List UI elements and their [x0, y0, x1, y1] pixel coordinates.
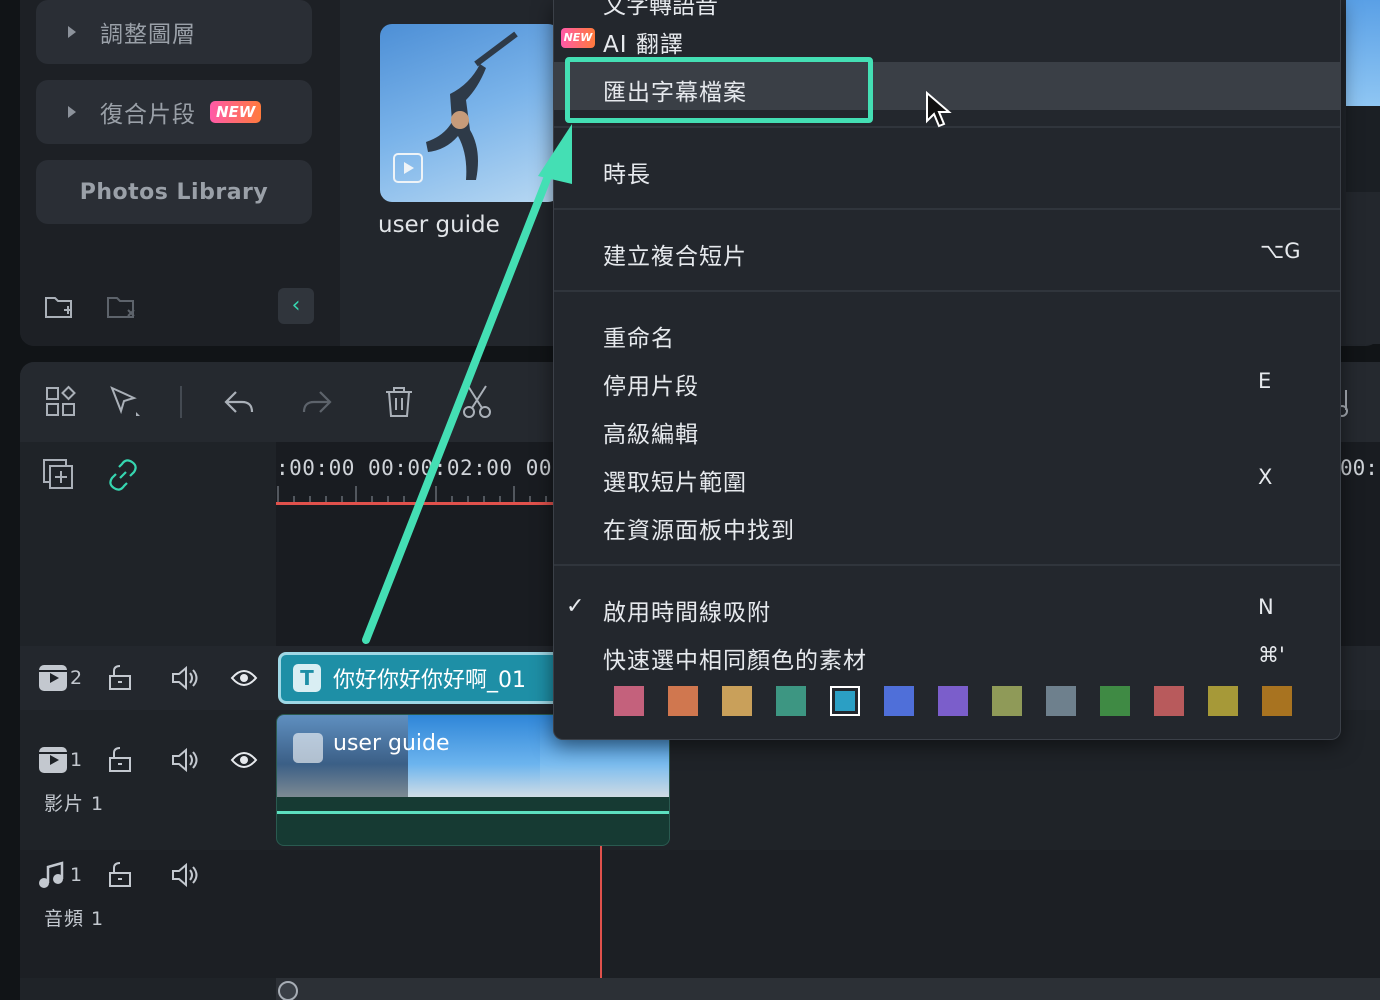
menu-item-ai-translate[interactable]: AI 翻譯 [603, 25, 684, 59]
menu-item-select-clip-range[interactable]: 選取短片範圍 [603, 463, 747, 497]
menu-separator [554, 290, 1340, 292]
new-badge: NEW [210, 101, 262, 123]
link-icon[interactable] [106, 458, 140, 492]
color-swatch[interactable] [1154, 686, 1184, 716]
menu-item-disable-clip[interactable]: 停用片段 [603, 367, 699, 401]
track-number: 1 [70, 749, 83, 771]
add-track-icon[interactable] [42, 458, 76, 492]
track-name: 影片 1 [44, 793, 105, 815]
sidebar-item-adjustment-layer[interactable]: 調整圖層 [36, 0, 312, 64]
unlock-icon[interactable] [108, 862, 132, 888]
menu-item-text-to-speech[interactable]: 文字轉語音 [603, 0, 718, 20]
sidebar-item-label: 復合片段 [100, 102, 196, 128]
redo-icon[interactable] [300, 384, 334, 420]
menu-item-enable-snapping[interactable]: 啟用時間線吸附 [603, 593, 771, 627]
layout-grid-icon[interactable] [44, 384, 78, 420]
shortcut-label: N [1258, 595, 1274, 619]
color-swatch[interactable] [614, 686, 644, 716]
highlight-annotation-box [565, 57, 873, 123]
shortcut-label: E [1258, 369, 1272, 393]
color-swatch[interactable] [938, 686, 968, 716]
music-note-icon [39, 861, 64, 888]
audio-note-icon[interactable] [1336, 384, 1370, 420]
menu-separator [554, 208, 1340, 210]
menu-item-rename[interactable]: 重命名 [603, 319, 675, 353]
color-swatch[interactable] [1262, 686, 1292, 716]
sidebar-item-photos-library[interactable]: Photos Library [36, 160, 312, 224]
menu-separator [554, 564, 1340, 566]
unlock-icon[interactable] [108, 747, 132, 773]
color-swatch[interactable] [722, 686, 752, 716]
shortcut-label: ⌥G [1260, 239, 1301, 263]
teal-arrow-icon [362, 124, 572, 644]
unlock-icon[interactable] [108, 665, 132, 691]
video-clip-icon [293, 733, 323, 763]
mouse-cursor-icon [926, 90, 952, 128]
undo-icon[interactable] [222, 384, 256, 420]
expand-arrow-icon[interactable] [68, 106, 76, 118]
color-swatch[interactable] [1100, 686, 1130, 716]
timeline-horizontal-scrollbar[interactable] [276, 978, 1380, 1000]
volume-icon[interactable] [170, 746, 200, 774]
delete-folder-icon[interactable] [106, 292, 138, 322]
video-clip-label: user guide [333, 731, 450, 756]
visibility-eye-icon[interactable] [230, 666, 258, 690]
color-swatch[interactable] [1208, 686, 1238, 716]
track-number: 1 [70, 864, 83, 886]
preview-edge [1346, 0, 1380, 344]
sidebar-item-label: Photos Library [79, 179, 269, 205]
toolbar-divider [180, 386, 182, 418]
volume-icon[interactable] [170, 861, 200, 889]
sidebar-item-compound-clip[interactable]: 復合片段 NEW [36, 80, 312, 144]
track-number: 2 [70, 667, 83, 689]
text-clip-icon: T [293, 664, 321, 692]
sidebar-item-label: 調整圖層 [100, 22, 196, 48]
menu-item-select-same-color[interactable]: 快速選中相同顏色的素材 [603, 641, 867, 675]
color-swatch[interactable] [668, 686, 698, 716]
expand-arrow-icon[interactable] [68, 26, 76, 38]
shortcut-label: X [1258, 465, 1273, 489]
audio-waveform-line [277, 811, 669, 814]
color-swatch[interactable] [776, 686, 806, 716]
color-swatch[interactable] [830, 686, 860, 716]
menu-item-advanced-edit[interactable]: 高級編輯 [603, 415, 699, 449]
new-badge: NEW [561, 28, 595, 48]
volume-icon[interactable] [170, 664, 200, 692]
timeline-ruler-timecode-right: 00: [1340, 456, 1378, 480]
collapse-sidebar-button[interactable]: ‹ [278, 288, 314, 324]
menu-item-create-compound-clip[interactable]: 建立複合短片 [603, 237, 747, 271]
video-track-icon [39, 747, 67, 773]
video-track-icon [39, 665, 67, 691]
color-swatch[interactable] [884, 686, 914, 716]
color-swatch[interactable] [1046, 686, 1076, 716]
text-clip[interactable]: T 你好你好你好啊_01 [278, 652, 568, 704]
visibility-eye-icon[interactable] [230, 748, 258, 772]
text-clip-label: 你好你好你好啊_01 [333, 668, 526, 693]
new-folder-icon[interactable] [44, 292, 74, 322]
timeline-scroll-knob[interactable] [278, 981, 298, 1000]
menu-item-duration[interactable]: 時長 [603, 155, 651, 189]
color-swatch[interactable] [992, 686, 1022, 716]
shortcut-label: ⌘' [1258, 643, 1285, 667]
menu-item-find-in-media[interactable]: 在資源面板中找到 [603, 511, 795, 545]
select-tool-icon[interactable] [108, 384, 142, 420]
track-row-audio [20, 850, 1380, 978]
track-name: 音頻 1 [44, 908, 105, 930]
